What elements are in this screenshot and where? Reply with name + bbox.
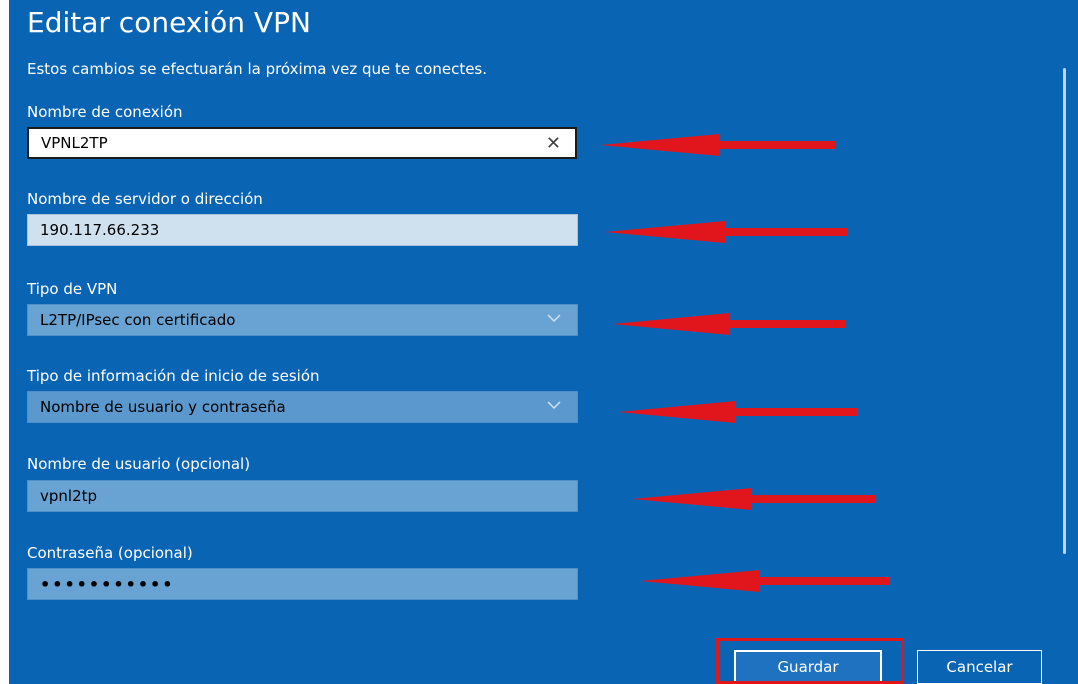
signin-type-select[interactable]: Nombre de usuario y contraseña — [27, 391, 578, 423]
scrollbar[interactable] — [1063, 68, 1066, 554]
vpn-type-label: Tipo de VPN — [27, 280, 118, 298]
signin-type-value: Nombre de usuario y contraseña — [40, 398, 286, 416]
password-label: Contraseña (opcional) — [27, 544, 193, 562]
username-label: Nombre de usuario (opcional) — [27, 455, 251, 473]
server-input[interactable]: 190.117.66.233 — [27, 214, 578, 246]
signin-type-label: Tipo de información de inicio de sesión — [27, 367, 320, 385]
chevron-down-icon — [547, 401, 561, 410]
connection-name-value: VPNL2TP — [41, 134, 108, 152]
connection-name-input[interactable]: VPNL2TP ✕ — [27, 127, 577, 159]
connection-name-label: Nombre de conexión — [27, 103, 183, 121]
annotation-arrow — [640, 570, 890, 592]
annotation-arrow — [605, 221, 847, 243]
annotation-highlight-box — [716, 638, 904, 684]
vpn-edit-panel: Editar conexión VPN Estos cambios se efe… — [9, 0, 1078, 684]
page-subtitle: Estos cambios se efectuarán la próxima v… — [27, 60, 488, 78]
page-title: Editar conexión VPN — [27, 6, 311, 39]
username-input[interactable]: vpnl2tp — [27, 480, 578, 512]
vpn-type-value: L2TP/IPsec con certificado — [40, 311, 236, 329]
annotation-arrow — [600, 134, 836, 156]
password-input[interactable]: ••••••••••• — [27, 568, 578, 600]
annotation-arrow — [632, 488, 876, 510]
chevron-down-icon — [547, 314, 561, 323]
username-value: vpnl2tp — [40, 487, 98, 505]
close-icon[interactable]: ✕ — [546, 133, 561, 154]
vpn-type-select[interactable]: L2TP/IPsec con certificado — [27, 304, 578, 336]
cancel-button[interactable]: Cancelar — [917, 650, 1042, 684]
server-label: Nombre de servidor o dirección — [27, 190, 263, 208]
annotation-arrow — [618, 401, 858, 423]
annotation-arrow — [612, 313, 846, 335]
password-value: ••••••••••• — [40, 574, 175, 594]
server-value: 190.117.66.233 — [40, 221, 160, 239]
